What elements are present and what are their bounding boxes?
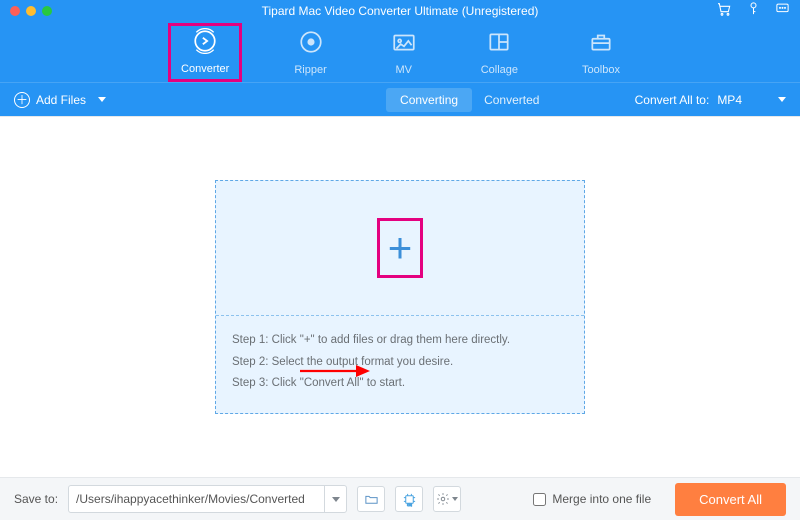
minimize-window-button[interactable] <box>26 6 36 16</box>
settings-button[interactable] <box>433 486 461 512</box>
save-to-label: Save to: <box>14 492 58 506</box>
toolbox-icon <box>588 29 614 60</box>
chevron-down-icon[interactable] <box>98 97 106 102</box>
key-icon[interactable] <box>746 1 761 21</box>
cart-icon[interactable] <box>716 1 732 22</box>
format-dropdown[interactable]: MP4 <box>717 93 786 107</box>
folder-icon <box>364 492 379 507</box>
save-path-field <box>68 485 347 513</box>
dropzone-instructions: Step 1: Click "+" to add files or drag t… <box>216 316 584 414</box>
tab-converter-label: Converter <box>181 63 229 75</box>
convert-all-to-label: Convert All to: <box>635 93 710 107</box>
tab-ripper-label: Ripper <box>294 64 326 76</box>
plus-icon: + <box>388 227 413 269</box>
format-value: MP4 <box>717 93 742 107</box>
main-nav: Converter Ripper MV Collage Toolbox <box>0 22 800 82</box>
tab-converter[interactable]: Converter <box>168 23 242 82</box>
maximize-window-button[interactable] <box>42 6 52 16</box>
tab-mv[interactable]: MV <box>379 25 429 80</box>
mv-icon <box>391 29 417 60</box>
merge-checkbox[interactable]: Merge into one file <box>533 492 651 506</box>
chevron-down-icon <box>778 97 786 102</box>
close-window-button[interactable] <box>10 6 20 16</box>
merge-label: Merge into one file <box>552 492 651 506</box>
converter-icon <box>192 28 218 59</box>
tab-collage[interactable]: Collage <box>469 25 530 80</box>
gear-icon <box>436 492 450 506</box>
save-path-dropdown-button[interactable] <box>324 486 346 512</box>
hardware-accel-button[interactable]: ON <box>395 486 423 512</box>
step1-text: Step 1: Click "+" to add files or drag t… <box>232 330 568 352</box>
main-content: + Step 1: Click "+" to add files or drag… <box>0 117 800 477</box>
add-file-plus-button[interactable]: + <box>377 218 424 278</box>
convert-all-button[interactable]: Convert All <box>675 483 786 516</box>
step3-text: Step 3: Click "Convert All" to start. <box>232 373 568 395</box>
convert-all-to: Convert All to: MP4 <box>635 93 786 107</box>
step2-text: Step 2: Select the output format you des… <box>232 352 568 374</box>
dropzone-plus-area[interactable]: + <box>216 181 584 316</box>
chevron-down-icon <box>452 497 458 501</box>
app-title: Tipard Mac Video Converter Ultimate (Unr… <box>262 4 539 18</box>
ripper-icon <box>298 29 324 60</box>
merge-checkbox-input[interactable] <box>533 493 546 506</box>
add-files-label: Add Files <box>36 93 86 107</box>
tab-converted[interactable]: Converted <box>484 93 539 107</box>
titlebar: Tipard Mac Video Converter Ultimate (Unr… <box>0 0 800 22</box>
tab-toolbox-label: Toolbox <box>582 64 620 76</box>
svg-text:ON: ON <box>407 502 412 506</box>
tab-collage-label: Collage <box>481 64 518 76</box>
tab-mv-label: MV <box>395 64 412 76</box>
chevron-down-icon <box>332 497 340 502</box>
window-controls <box>10 6 52 16</box>
feedback-icon[interactable] <box>775 1 790 21</box>
save-path-input[interactable] <box>69 487 324 511</box>
tab-ripper[interactable]: Ripper <box>282 25 338 80</box>
sub-toolbar: ＋ Add Files Converting Converted Convert… <box>0 82 800 116</box>
convert-status-tabs: Converting Converted <box>386 88 539 112</box>
add-files-button[interactable]: ＋ Add Files <box>14 92 106 108</box>
tab-converting[interactable]: Converting <box>386 88 472 112</box>
tab-toolbox[interactable]: Toolbox <box>570 25 632 80</box>
pointer-arrow-icon <box>300 362 370 380</box>
bottom-bar: Save to: ON Merge into one file Convert … <box>0 478 800 520</box>
chip-icon: ON <box>402 492 417 507</box>
collage-icon <box>486 29 512 60</box>
open-folder-button[interactable] <box>357 486 385 512</box>
dropzone[interactable]: + Step 1: Click "+" to add files or drag… <box>215 180 585 415</box>
plus-circle-icon: ＋ <box>14 92 30 108</box>
